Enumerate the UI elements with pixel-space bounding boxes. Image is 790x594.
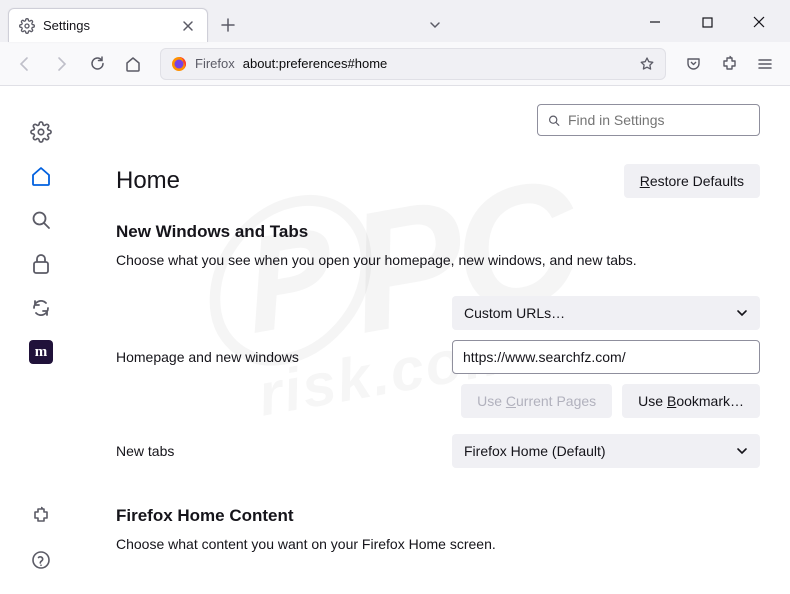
- section-desc-home-content: Choose what content you want on your Fir…: [116, 536, 760, 552]
- navigation-bar: Firefox about:preferences#home: [0, 42, 790, 86]
- browser-tab[interactable]: Settings: [8, 8, 208, 42]
- sidebar-home-icon[interactable]: [19, 154, 63, 198]
- address-bar[interactable]: Firefox about:preferences#home: [160, 48, 666, 80]
- page-title: Home: [116, 167, 180, 195]
- homepage-url-input[interactable]: [452, 340, 760, 374]
- bookmark-star-icon[interactable]: [639, 56, 655, 72]
- sidebar-sync-icon[interactable]: [19, 286, 63, 330]
- find-in-settings-input[interactable]: [568, 112, 749, 128]
- sidebar-privacy-icon[interactable]: [19, 242, 63, 286]
- use-bookmark-button[interactable]: Use Bookmark…: [622, 384, 760, 418]
- pocket-button[interactable]: [678, 49, 708, 79]
- chevron-down-icon: [736, 307, 748, 319]
- gear-icon: [19, 18, 35, 34]
- reload-button[interactable]: [82, 49, 112, 79]
- select-value: Firefox Home (Default): [464, 443, 606, 459]
- section-heading-windows-tabs: New Windows and Tabs: [116, 222, 760, 242]
- url-label: Firefox: [195, 56, 235, 71]
- forward-button[interactable]: [46, 49, 76, 79]
- find-in-settings[interactable]: [537, 104, 760, 136]
- newtabs-select[interactable]: Firefox Home (Default): [452, 434, 760, 468]
- select-value: Custom URLs…: [464, 305, 565, 321]
- home-button[interactable]: [118, 49, 148, 79]
- sidebar-extensions-icon[interactable]: [19, 494, 63, 538]
- tab-title: Settings: [43, 18, 171, 33]
- settings-main: Home Restore Defaults New Windows and Ta…: [82, 86, 790, 594]
- menu-button[interactable]: [750, 49, 780, 79]
- search-icon: [548, 113, 560, 128]
- settings-sidebar: m: [0, 86, 82, 594]
- close-icon[interactable]: [179, 17, 197, 35]
- section-heading-home-content: Firefox Home Content: [116, 506, 760, 526]
- new-tab-button[interactable]: [214, 11, 242, 39]
- sidebar-general-icon[interactable]: [19, 110, 63, 154]
- homepage-label: Homepage and new windows: [116, 349, 452, 365]
- sidebar-search-icon[interactable]: [19, 198, 63, 242]
- firefox-icon: [171, 56, 187, 72]
- homepage-mode-select[interactable]: Custom URLs…: [452, 296, 760, 330]
- extensions-button[interactable]: [714, 49, 744, 79]
- url-path: about:preferences#home: [243, 56, 388, 71]
- sidebar-help-icon[interactable]: [19, 538, 63, 582]
- use-current-pages-button[interactable]: Use Current Pages: [461, 384, 612, 418]
- window-minimize-button[interactable]: [632, 6, 678, 38]
- window-maximize-button[interactable]: [684, 6, 730, 38]
- chevron-down-icon: [736, 445, 748, 457]
- restore-defaults-button[interactable]: Restore Defaults: [624, 164, 760, 198]
- newtabs-label: New tabs: [116, 443, 452, 459]
- window-close-button[interactable]: [736, 6, 782, 38]
- section-desc-windows-tabs: Choose what you see when you open your h…: [116, 252, 760, 268]
- back-button[interactable]: [10, 49, 40, 79]
- sidebar-more-icon[interactable]: m: [19, 330, 63, 374]
- tabs-dropdown-button[interactable]: [421, 11, 449, 39]
- tab-strip: Settings: [0, 0, 790, 42]
